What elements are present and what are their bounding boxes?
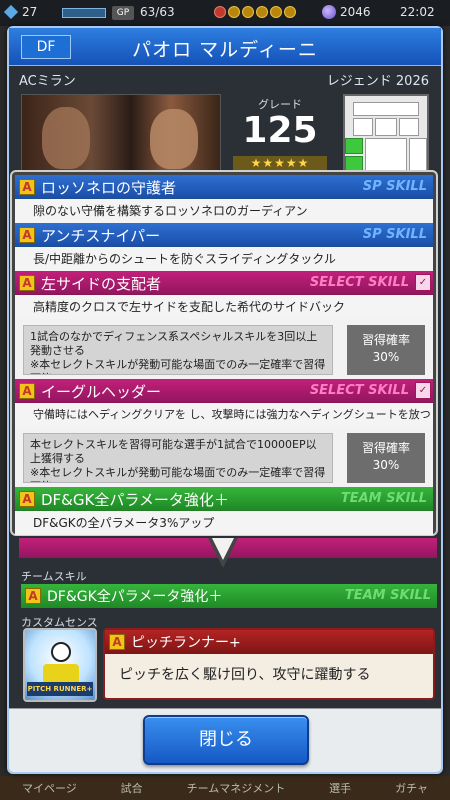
team-skill-bar[interactable]: A DF&GK全パラメータ強化＋ TEAM SKILL xyxy=(21,584,437,608)
skill-desc: 高精度のクロスで左サイドを支配した希代のサイドバック xyxy=(15,295,433,319)
skill-header-sp-2[interactable]: A アンチスナイパー SP SKILL xyxy=(15,223,433,247)
position-map xyxy=(343,94,429,178)
skill-rank-icon: A xyxy=(19,491,35,507)
pitch-runner-emblem-icon: PITCH RUNNER+ xyxy=(23,628,97,702)
check-icon[interactable]: ✓ xyxy=(415,382,431,399)
skill-type: SP SKILL xyxy=(362,227,427,242)
check-icon[interactable]: ✓ xyxy=(415,274,431,291)
rarity-stars: ★★★★★ xyxy=(233,156,327,172)
team-name: ACミラン xyxy=(19,74,76,89)
popup-pointer xyxy=(208,538,238,570)
custom-sense-card[interactable]: A ピッチランナー+ ピッチを広く駆け回り、攻守に躍動する xyxy=(103,628,435,700)
gp-icon: GP xyxy=(112,6,134,20)
skill-name: イーグルヘッダー xyxy=(41,383,162,401)
menu-gacha: ガチャ xyxy=(395,782,428,795)
grade-value: 125 xyxy=(242,110,318,151)
skill-name: DF&GK全パラメータ強化＋ xyxy=(41,491,229,509)
skill-type: SELECT SKILL xyxy=(309,383,409,398)
level-value: 27 xyxy=(22,5,38,19)
modal-footer: 閉じる xyxy=(9,708,441,772)
skill-desc: 隙のない守備を構築するロッソネロのガーディアン xyxy=(15,199,433,223)
skill-desc: 守備時にはヘディングクリアを し、攻撃時には強力なヘディングシュートを放つ xyxy=(15,403,433,427)
rate-label: 習得確率 xyxy=(361,441,410,455)
skill-name: 左サイドの支配者 xyxy=(41,275,162,293)
custom-sense-desc: ピッチを広く駆け回り、攻守に躍動する xyxy=(119,667,371,683)
status-bar: 27 GP 63/63 2046 22:02 xyxy=(0,0,450,26)
condition-text: 1試合のなかでディフェンス系スペシャルスキルを3回以上発動させる ※本セレクトス… xyxy=(23,325,333,375)
acquire-condition: 1試合のなかでディフェンス系スペシャルスキルを3回以上発動させる ※本セレクトス… xyxy=(23,325,425,375)
bottom-menu: マイページ 試合 チームマネジメント 選手 ガチャ xyxy=(0,776,450,800)
menu-team: チームマネジメント xyxy=(186,782,286,795)
skill-rank-icon: A xyxy=(19,275,35,291)
skill-header-sp-1[interactable]: A ロッソネロの守護者 SP SKILL xyxy=(15,175,433,199)
emblem-text: PITCH RUNNER+ xyxy=(27,682,93,696)
skill-header-team[interactable]: A DF&GK全パラメータ強化＋ TEAM SKILL xyxy=(15,487,433,511)
skill-header-select-1[interactable]: A 左サイドの支配者 SELECT SKILL ✓ xyxy=(15,271,433,295)
card-edition: レジェンド 2026 xyxy=(326,74,429,89)
menu-mypage: マイページ xyxy=(21,782,77,795)
acquire-condition: 本セレクトスキルを習得可能な選手が1試合で10000EP以上獲得する ※本セレク… xyxy=(23,433,425,483)
exp-gauge xyxy=(62,8,106,18)
skill-name: ロッソネロの守護者 xyxy=(41,179,177,197)
skill-name: アンチスナイパー xyxy=(41,227,161,245)
skill-rank-icon: A xyxy=(19,179,35,195)
position-badge: DF xyxy=(21,35,71,59)
team-skill-name: DF&GK全パラメータ強化＋ xyxy=(47,589,223,605)
skill-rank-icon: A xyxy=(19,383,35,399)
skill-rank-icon: A xyxy=(109,634,125,650)
skill-type: SELECT SKILL xyxy=(309,275,409,290)
grade-box: グレード 125 ★★★★★ xyxy=(225,92,335,182)
acquire-rate: 習得確率 30% xyxy=(347,325,425,375)
rate-value: 30% xyxy=(372,350,400,364)
skill-header-select-2[interactable]: A イーグルヘッダー SELECT SKILL ✓ xyxy=(15,379,433,403)
coin-value: 2046 xyxy=(340,5,371,19)
skill-type: TEAM SKILL xyxy=(340,491,427,506)
player-name: パオロ マルディーニ xyxy=(132,39,318,61)
player-portrait xyxy=(21,94,221,184)
condition-text: 本セレクトスキルを習得可能な選手が1試合で10000EP以上獲得する ※本セレク… xyxy=(23,433,333,483)
skill-desc: DF&GKの全パラメータ3%アップ xyxy=(15,511,433,535)
rate-value: 30% xyxy=(372,458,400,472)
skill-rank-icon: A xyxy=(25,588,41,604)
team-skill-label: チームスキル xyxy=(21,570,87,583)
custom-sense-header: A ピッチランナー+ xyxy=(105,630,433,654)
menu-match: 試合 xyxy=(120,782,143,795)
skill-type: SP SKILL xyxy=(362,179,427,194)
gp-value: 63/63 xyxy=(140,5,175,19)
custom-sense-name: ピッチランナー+ xyxy=(131,635,241,651)
energy-dots xyxy=(214,6,296,18)
modal-header: DF パオロ マルディーニ xyxy=(9,28,441,66)
team-skill-type: TEAM SKILL xyxy=(344,588,431,603)
menu-player: 選手 xyxy=(329,782,352,795)
close-button[interactable]: 閉じる xyxy=(143,715,309,765)
level-icon xyxy=(3,4,19,20)
rate-label: 習得確率 xyxy=(361,333,410,347)
skill-desc: 長/中距離からのシュートを防ぐスライディングタックル xyxy=(15,247,433,271)
acquire-rate: 習得確率 30% xyxy=(347,433,425,483)
coin-icon xyxy=(322,5,336,19)
clock: 22:02 xyxy=(400,5,435,19)
skill-rank-icon: A xyxy=(19,227,35,243)
skill-popup: A ロッソネロの守護者 SP SKILL 隙のない守備を構築するロッソネロのガー… xyxy=(12,172,436,535)
